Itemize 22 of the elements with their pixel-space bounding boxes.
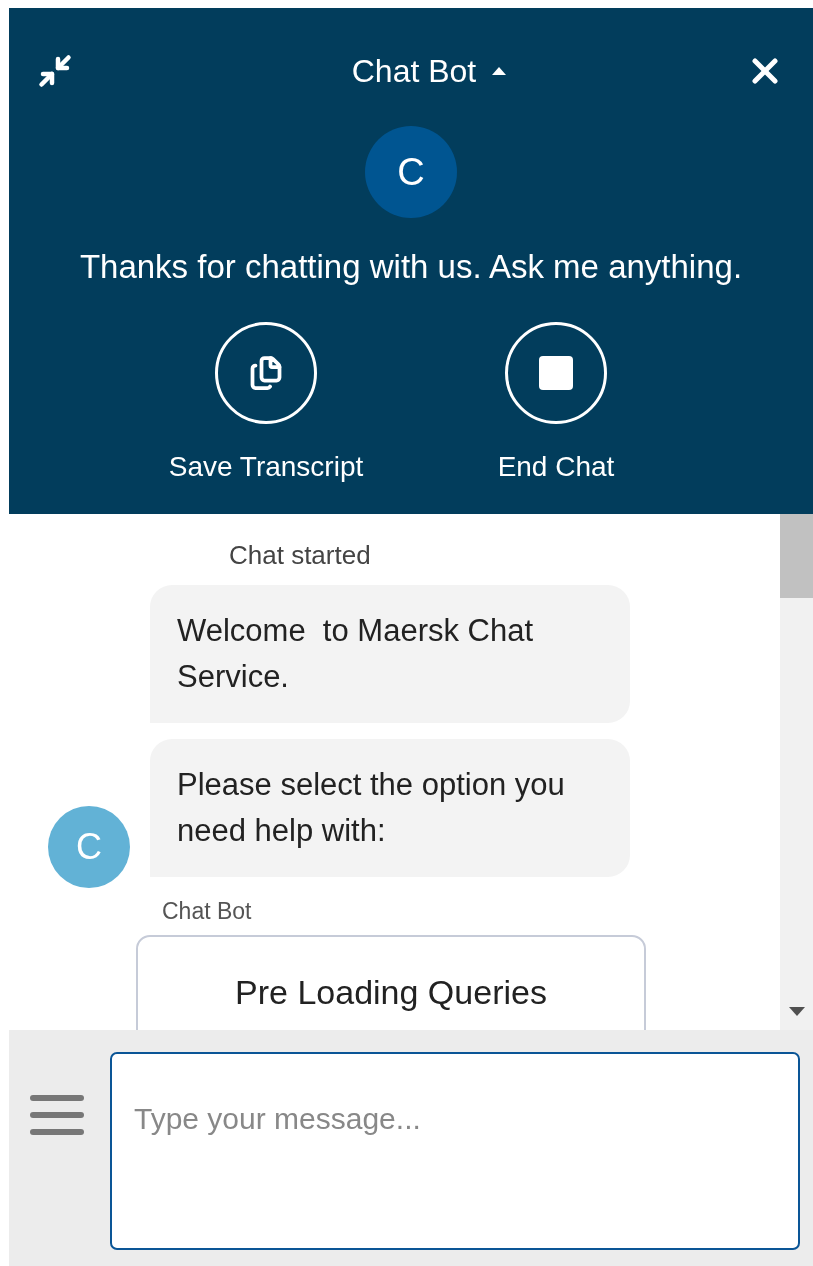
stop-icon [539, 355, 573, 390]
minimize-icon[interactable] [37, 53, 73, 89]
menu-icon[interactable] [30, 1095, 84, 1135]
caret-up-icon [492, 67, 507, 75]
action-label: Save Transcript [168, 449, 364, 484]
option-button[interactable]: Pre Loading Queries [136, 935, 646, 1030]
sender-name: Chat Bot [162, 897, 252, 926]
bot-avatar: C [48, 806, 130, 888]
greeting-text: Thanks for chatting with us. Ask me anything. [79, 247, 743, 287]
message-bubble: Welcome to Maersk Chat Service. [150, 585, 630, 723]
scroll-down-icon[interactable] [788, 1007, 805, 1016]
action-label: End Chat [497, 449, 615, 484]
window-title[interactable]: Chat Bot [351, 47, 507, 95]
message-input[interactable]: Type your message... [110, 1052, 800, 1250]
bot-avatar: C [365, 126, 457, 218]
save-transcript-button[interactable] [215, 321, 317, 424]
chat-status: Chat started [229, 539, 371, 572]
end-chat-button[interactable] [505, 321, 607, 424]
scrollbar[interactable] [780, 514, 813, 1030]
documents-icon [248, 354, 284, 391]
scrollbar-thumb[interactable] [780, 514, 813, 598]
message-bubble: Please select the option you need help with: [150, 739, 630, 877]
